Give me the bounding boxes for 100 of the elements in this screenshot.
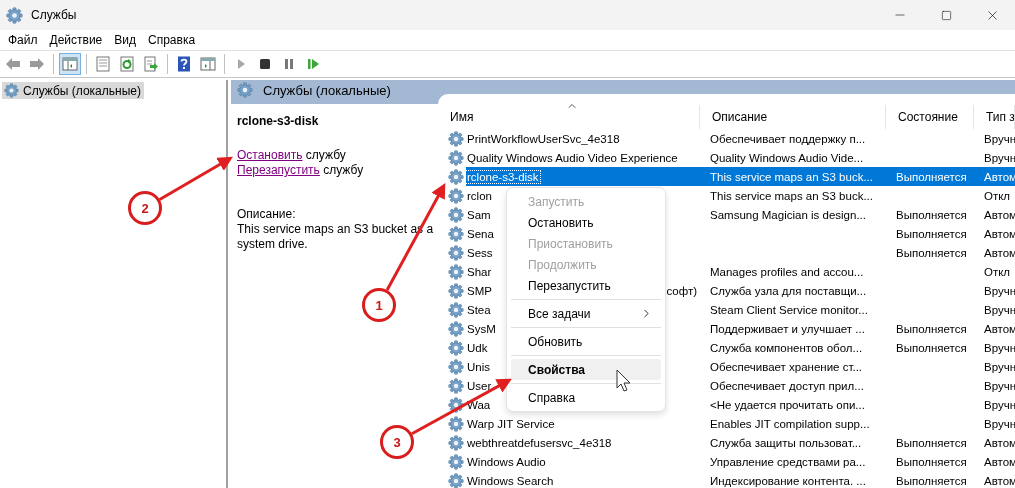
service-name-cell[interactable]: PrintWorkflowUserSvc_4e318 [466, 132, 621, 145]
tree-item[interactable]: Службы (локальные) [2, 82, 144, 99]
column-header[interactable]: Имя [438, 105, 700, 129]
gear-icon [448, 168, 464, 185]
startup-type-cell-text: Вручн [983, 360, 1015, 373]
maximize-icon [940, 9, 952, 21]
startup-type-cell-text: Вручн [983, 151, 1015, 164]
context-menu-item[interactable]: Справка [511, 387, 661, 408]
service-name-cell[interactable]: Udk [466, 341, 489, 354]
startup-type-cell-text: Вручн [983, 284, 1015, 297]
startup-type-cell-text: Откл [983, 265, 1012, 278]
status-cell-text: Выполняется [895, 227, 968, 240]
startup-type-cell-text: Вручн [983, 132, 1015, 145]
service-name-cell[interactable]: Unis [466, 360, 491, 373]
column-header[interactable]: Состояние [886, 105, 974, 129]
gear-icon [448, 377, 464, 394]
startup-type-cell-text: Вручн [983, 341, 1015, 354]
description-cell-text: <Не удается прочитать опи... [709, 398, 866, 411]
step-marker: 2 [128, 191, 162, 225]
description-cell-text: This service maps an S3 buck... [709, 189, 874, 202]
service-name-cell[interactable]: Sena [466, 227, 495, 240]
export-icon [143, 56, 159, 72]
menu-item[interactable]: Справка [142, 33, 202, 47]
gear-icon [4, 83, 19, 98]
description-cell-text: Manages profiles and accou... [709, 265, 865, 278]
gear-icon [448, 339, 464, 356]
context-menu-item[interactable]: Остановить [511, 212, 661, 233]
service-name-cell[interactable]: Stea [466, 303, 492, 316]
back-icon [5, 56, 21, 72]
service-name-cell[interactable]: SysM [466, 322, 497, 335]
service-name-cell[interactable]: Windows Audio [466, 455, 547, 468]
menu-item[interactable]: Файл [2, 33, 44, 47]
help-icon [176, 56, 192, 72]
context-menu-item[interactable]: Обновить [511, 331, 661, 352]
description-cell-text: This service maps an S3 buck... [709, 170, 874, 183]
status-cell-text: Выполняется [895, 322, 968, 335]
service-name: rclone-s3-disk [237, 114, 320, 128]
gear-icon [6, 6, 23, 24]
startup-type-cell-text: Вручн [983, 303, 1015, 316]
description-cell-text: Quality Windows Audio Vide... [709, 151, 865, 164]
description-cell-text: Обеспечивает поддержку п... [709, 132, 867, 145]
service-name-cell[interactable]: Windows Search [466, 474, 555, 487]
status-cell-text: Выполняется [895, 341, 968, 354]
service-name-cell-text: софт) [666, 284, 698, 297]
description-cell-text: Steam Client Service monitor... [709, 303, 869, 316]
gear-icon [448, 320, 464, 337]
forward-icon [29, 56, 45, 72]
service-name-cell[interactable]: Sess [466, 246, 494, 259]
service-name-cell[interactable]: Quality Windows Audio Video Experience [466, 151, 679, 164]
status-cell-text: Выполняется [895, 474, 968, 487]
description-cell-text: Обеспечивает доступ прил... [709, 379, 865, 392]
gear-icon [448, 282, 464, 299]
service-name-cell[interactable]: Sam [466, 208, 492, 221]
context-menu-item[interactable]: Все задачи [511, 303, 661, 324]
document-icon [95, 56, 111, 72]
status-cell-text: Выполняется [895, 208, 968, 221]
gear-icon [448, 453, 464, 470]
description-cell-text: Управление средствами ра... [709, 455, 867, 468]
refresh-icon [119, 56, 135, 72]
description-cell-text: Индексирование контента. ... [709, 474, 867, 487]
restart-icon [305, 56, 321, 72]
status-cell-text: Выполняется [895, 170, 968, 183]
status-cell-text: Выполняется [895, 436, 968, 449]
action-text: Перезапустить службу [237, 163, 365, 178]
service-name-cell[interactable]: rclone-s3-disk [466, 170, 540, 183]
service-name-cell[interactable]: Warp JIT Service [466, 417, 556, 430]
context-menu-item[interactable]: Свойства [511, 359, 661, 380]
service-name-cell[interactable]: User [466, 379, 493, 392]
panel-icon [62, 56, 78, 72]
mouse-cursor-icon [616, 369, 631, 392]
column-header[interactable]: Описание [700, 105, 886, 129]
gear-icon [448, 187, 464, 204]
column-header[interactable]: Тип з [974, 105, 1015, 129]
action-link[interactable]: Остановить [237, 148, 303, 162]
menu-item[interactable]: Действие [43, 33, 109, 47]
action-link[interactable]: Перезапустить [237, 163, 320, 177]
gear-icon [448, 396, 464, 413]
menu-item[interactable]: Вид [108, 33, 142, 47]
status-cell-text: Выполняется [895, 455, 968, 468]
gear-icon [448, 206, 464, 223]
service-name-cell[interactable]: SMP [466, 284, 493, 297]
description-cell-text: Samsung Magician is design... [709, 208, 867, 221]
gear-icon [448, 263, 464, 280]
service-name-cell[interactable]: webthreatdefusersvc_4e318 [466, 436, 613, 449]
gear-icon [448, 358, 464, 375]
description-label: Описание: [237, 207, 297, 222]
service-name-cell[interactable]: Shar [466, 265, 493, 278]
context-menu-item[interactable]: Перезапустить [511, 275, 661, 296]
stop-icon [257, 56, 273, 72]
gear-icon [237, 82, 253, 98]
gear-icon [448, 225, 464, 242]
window-title: Службы [31, 8, 78, 22]
step-marker: 3 [380, 425, 414, 459]
gear-icon [448, 244, 464, 261]
gear-icon [448, 149, 464, 166]
action-text: Остановить службу [237, 148, 347, 163]
description-cell-text: Служба защиты пользоват... [709, 436, 863, 449]
gear-icon [448, 472, 464, 488]
service-name-cell[interactable]: rclon [466, 189, 493, 202]
step-marker: 1 [362, 288, 396, 322]
